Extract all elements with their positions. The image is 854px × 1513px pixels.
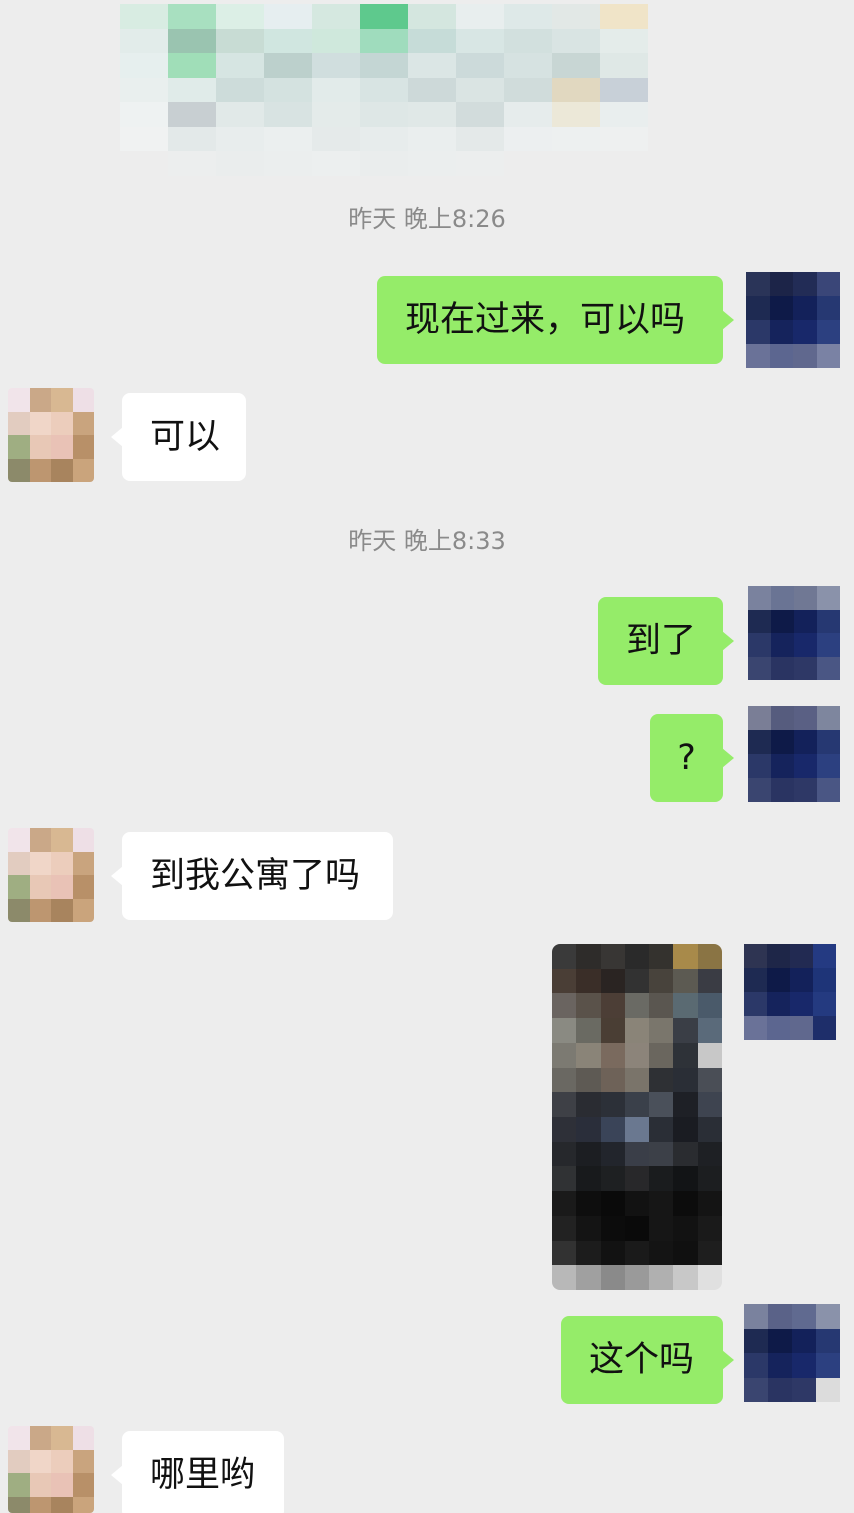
message-text: 到了 — [626, 621, 697, 661]
self-avatar[interactable] — [744, 944, 836, 1040]
message-text: 到我公寓了吗 — [150, 856, 361, 896]
timestamp: 昨天 晚上8:26 — [348, 205, 506, 233]
incoming-message-bubble[interactable]: 到我公寓了吗 — [111, 832, 393, 920]
message-text: 现在过来，可以吗 — [405, 300, 686, 340]
self-avatar[interactable] — [748, 706, 840, 802]
incoming-message-bubble[interactable]: 哪里哟 — [111, 1431, 284, 1513]
message-text: ? — [677, 738, 696, 778]
self-avatar[interactable] — [748, 586, 840, 680]
contact-avatar[interactable] — [8, 1426, 94, 1513]
outgoing-message-bubble[interactable]: 到了 — [598, 597, 734, 685]
incoming-message-bubble[interactable]: 可以 — [111, 393, 246, 481]
chat-window: 昨天 晚上8:26 现在过来，可以吗 可以 昨天 晚上8:33 到了 ? 到我公… — [0, 0, 854, 1513]
outgoing-message-bubble[interactable]: 现在过来，可以吗 — [377, 276, 734, 364]
message-text: 哪里哟 — [150, 1455, 256, 1495]
contact-avatar[interactable] — [8, 388, 94, 482]
outgoing-message-bubble[interactable]: ? — [650, 714, 734, 802]
self-avatar[interactable] — [746, 272, 840, 368]
location-map-preview[interactable] — [120, 4, 648, 176]
timestamp: 昨天 晚上8:33 — [348, 527, 506, 555]
message-text: 可以 — [150, 417, 221, 457]
message-text: 这个吗 — [589, 1340, 695, 1380]
photo-message[interactable] — [552, 944, 722, 1290]
contact-avatar[interactable] — [8, 828, 94, 922]
self-avatar[interactable] — [744, 1304, 840, 1402]
outgoing-message-bubble[interactable]: 这个吗 — [561, 1316, 734, 1404]
